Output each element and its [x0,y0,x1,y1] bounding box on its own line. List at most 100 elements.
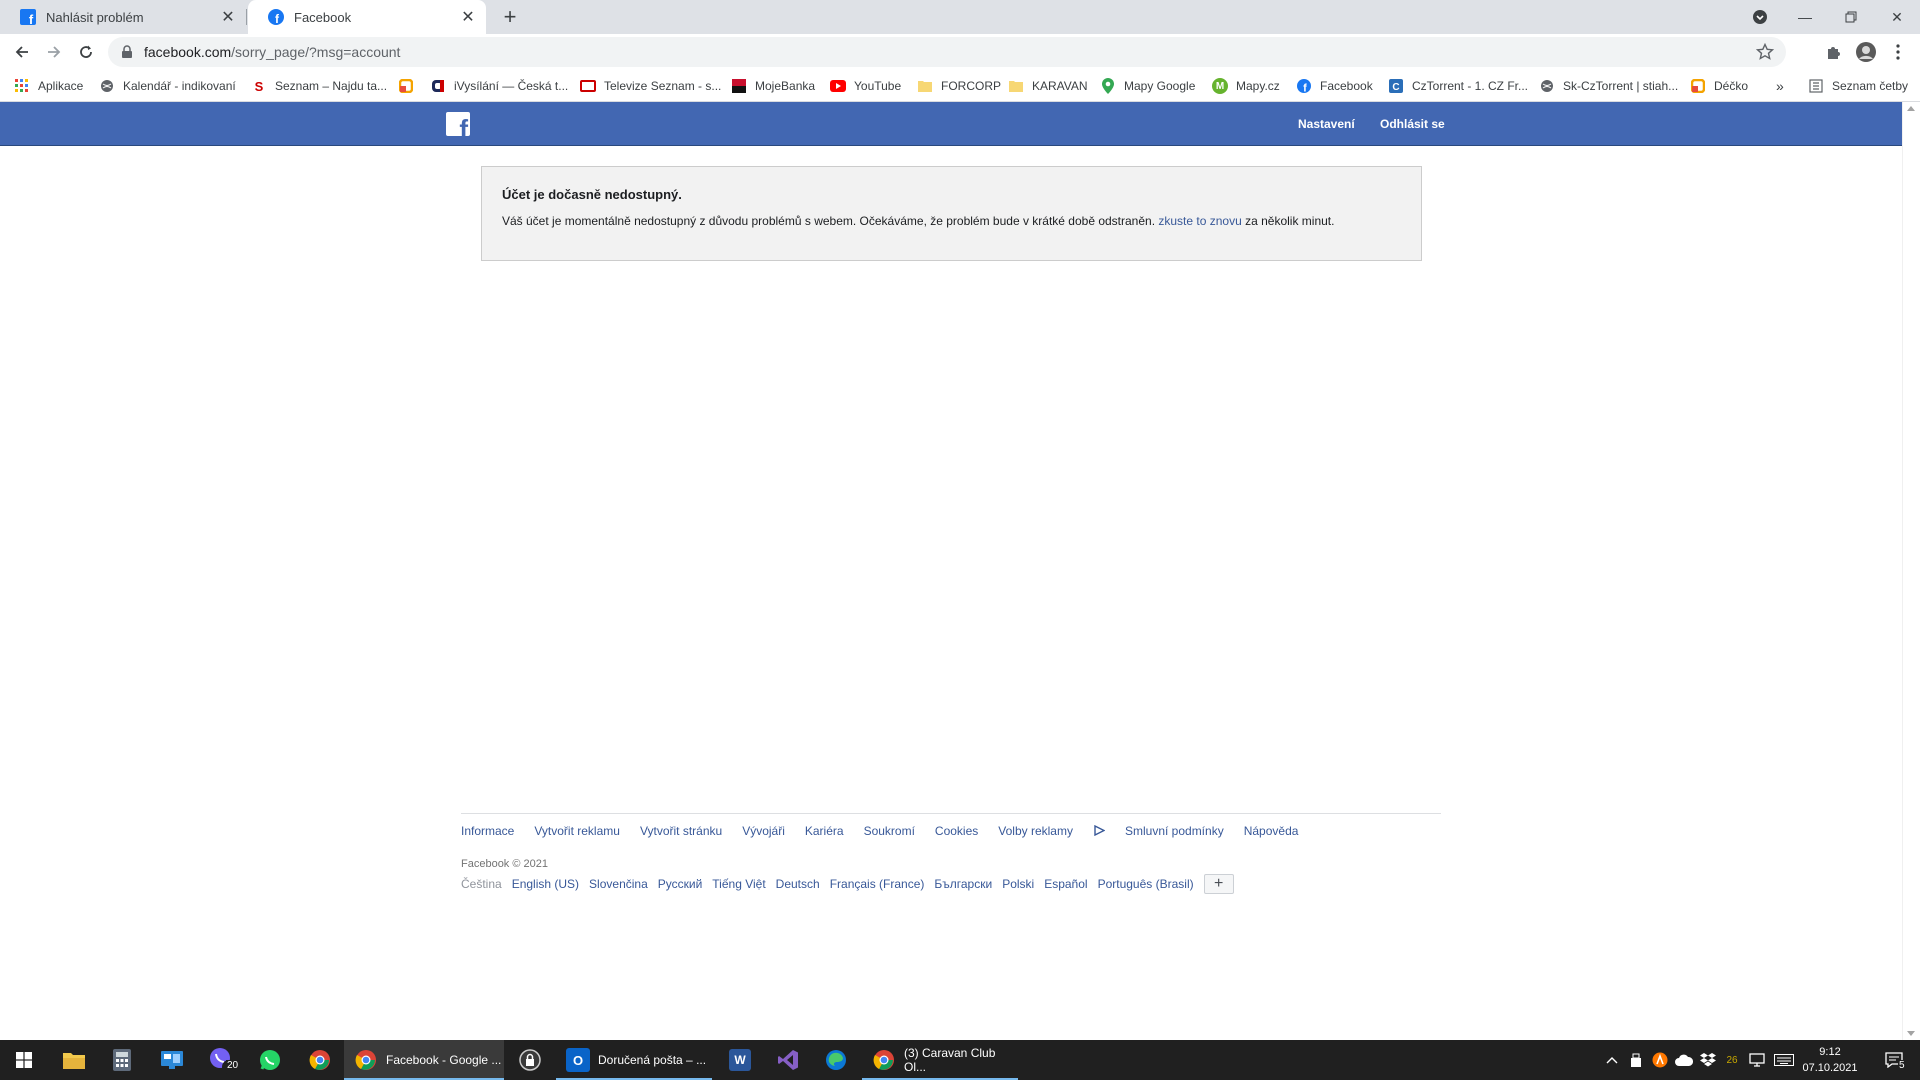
ad-choices-label: Volby reklamy [998,824,1073,838]
bookmark-facebook[interactable]: f Facebook [1296,70,1373,102]
footer-link-create-ad[interactable]: Vytvořit reklamu [534,824,620,838]
taskbar-visual-studio[interactable] [764,1040,812,1080]
new-tab-button[interactable]: + [498,4,522,29]
taskbar-app-chrome-facebook[interactable]: Facebook - Google ... [344,1040,504,1080]
vertical-scrollbar[interactable] [1902,102,1920,1040]
bookmark-mapy-cz[interactable]: M Mapy.cz [1212,70,1280,102]
bookmark-sk-cztorrent[interactable]: Sk-CzTorrent | stiah... [1539,70,1678,102]
taskbar-edge[interactable] [812,1040,860,1080]
restore-button[interactable] [1828,0,1874,34]
system-clock[interactable]: 9:12 07.10.2021 [1790,1044,1870,1076]
tray-show-hidden-icons[interactable] [1602,1040,1622,1080]
tab-title: Facebook [294,9,352,25]
footer-link-about[interactable]: Informace [461,824,514,838]
footer-link-careers[interactable]: Kariéra [805,824,844,838]
language-option[interactable]: Български [934,877,992,891]
bookmark-seznam[interactable]: S Seznam – Najdu ta... [251,70,387,102]
bookmark-youtube[interactable]: YouTube [830,70,901,102]
tab-facebook[interactable]: f Facebook ✕ [248,0,486,34]
bookmarks-overflow-button[interactable]: » [1776,70,1784,102]
language-option[interactable]: Polski [1002,877,1034,891]
clock-date: 07.10.2021 [1802,1062,1858,1074]
tray-onedrive[interactable] [1674,1040,1694,1080]
bookmark-karavan[interactable]: KARAVAN [1008,70,1088,102]
antivirus-icon [1652,1052,1668,1068]
language-option[interactable]: Slovenčina [589,877,648,891]
language-option[interactable]: Deutsch [776,877,820,891]
reading-list-button[interactable]: Seznam četby [1808,70,1908,102]
more-languages-button[interactable]: + [1203,874,1234,894]
taskbar-remote-app[interactable] [148,1040,196,1080]
scroll-up-arrow-icon[interactable] [1907,106,1915,111]
tab-search-button[interactable] [1750,7,1770,27]
close-icon[interactable]: ✕ [218,7,238,27]
reload-button[interactable] [72,38,100,66]
facebook-logo-icon[interactable]: f [446,112,470,136]
language-option[interactable]: English (US) [512,877,579,891]
folder-icon [63,1053,85,1069]
bookmark-star-icon[interactable] [1756,43,1774,61]
footer-link-developers[interactable]: Vývojáři [742,824,785,838]
profile-avatar[interactable] [1852,38,1880,66]
language-option[interactable]: Español [1044,877,1087,891]
taskbar-file-explorer[interactable] [50,1040,98,1080]
footer-link-terms[interactable]: Smluvní podmínky [1125,824,1224,838]
footer-link-help[interactable]: Nápověda [1244,824,1299,838]
chrome-icon [354,1048,378,1072]
taskbar-app-outlook[interactable]: O Doručená pošta – ... [556,1040,712,1080]
start-button[interactable] [0,1040,48,1080]
footer-link-create-page[interactable]: Vytvořit stránku [640,824,722,838]
minimize-button[interactable]: — [1782,0,1828,34]
footer-link-ad-choices[interactable]: Volby reklamy [998,824,1106,838]
bookmark-decko-small[interactable] [398,70,422,102]
tray-avast[interactable] [1650,1040,1670,1080]
tray-temperature[interactable]: 26 [1722,1040,1742,1080]
globe-icon [99,78,115,94]
taskbar-viber[interactable]: 20 [198,1040,246,1080]
language-option[interactable]: Português (Brasil) [1098,877,1194,891]
language-option[interactable]: Français (France) [830,877,925,891]
bookmark-forcorp[interactable]: FORCORP [917,70,1001,102]
tray-usb[interactable] [1626,1040,1646,1080]
nav-settings-link[interactable]: Nastavení [1298,102,1355,146]
bookmark-label: YouTube [854,79,902,93]
scroll-down-arrow-icon[interactable] [1907,1031,1915,1036]
language-option[interactable]: Русский [658,877,703,891]
back-button[interactable] [8,38,36,66]
tray-dropbox[interactable] [1698,1040,1718,1080]
bookmark-label: Aplikace [38,79,84,93]
taskbar-whatsapp[interactable] [246,1040,294,1080]
taskbar-chrome-pinned[interactable] [296,1040,344,1080]
taskbar-app-label: Doručená pošta – ... [598,1053,707,1067]
bookmark-mapy-google[interactable]: Mapy Google [1100,70,1195,102]
footer-link-privacy[interactable]: Soukromí [864,824,915,838]
current-language: Čeština [461,877,502,891]
bookmark-televize-seznam[interactable]: Televize Seznam - s... [580,70,721,102]
close-icon[interactable]: ✕ [458,7,478,27]
bookmark-kalendar[interactable]: Kalendář - indikovaní [99,70,236,102]
nav-logout-link[interactable]: Odhlásit se [1380,102,1445,146]
taskbar-calculator[interactable] [98,1040,146,1080]
close-window-button[interactable]: ✕ [1874,0,1920,34]
forward-button[interactable] [40,38,68,66]
address-bar[interactable]: facebook.com/sorry_page/?msg=account [108,37,1786,67]
tab-report-problem[interactable]: f Nahlásit problém ✕ [0,0,246,34]
footer-link-cookies[interactable]: Cookies [935,824,978,838]
bookmark-decko[interactable]: Déčko [1690,70,1748,102]
arrow-right-icon [48,46,61,58]
action-center-button[interactable]: 5 [1874,1040,1914,1080]
browser-menu-button[interactable] [1884,38,1912,66]
tv-seznam-icon [580,78,596,94]
bookmark-apps[interactable]: Aplikace [14,70,83,102]
language-option[interactable]: Tiếng Việt [712,877,765,891]
extensions-button[interactable] [1820,38,1848,66]
retry-link[interactable]: zkuste to znovu [1158,214,1241,228]
taskbar-app-chrome-caravan[interactable]: (3) Caravan Club Ol... [862,1040,1018,1080]
bookmark-ivysilani[interactable]: iVysílání — Česká t... [430,70,568,102]
bookmark-mojebanka[interactable]: MojeBanka [731,70,815,102]
tray-network[interactable] [1746,1040,1768,1080]
taskbar-word[interactable]: W [716,1040,764,1080]
taskbar-keepass[interactable] [506,1040,554,1080]
bookmark-cztorrent[interactable]: C CzTorrent - 1. CZ Fr... [1388,70,1528,102]
bookmark-label: Sk-CzTorrent | stiah... [1563,79,1679,93]
